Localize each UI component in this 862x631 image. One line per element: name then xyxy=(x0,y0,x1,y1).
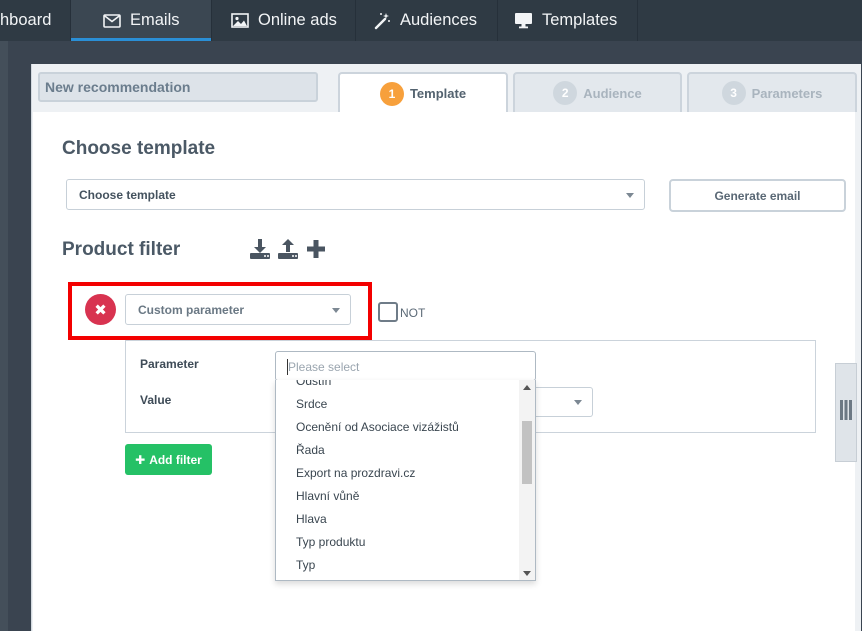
top-navigation: hboard Emails Online ads Audiences Templ… xyxy=(0,0,862,41)
nav-tab-audiences[interactable]: Audiences xyxy=(356,0,498,41)
step-label: Parameters xyxy=(751,85,823,101)
parameter-option[interactable]: Hlava xyxy=(276,508,521,531)
nav-tab-online-ads[interactable]: Online ads xyxy=(212,0,356,41)
add-filter-label: Add filter xyxy=(149,452,202,467)
step-tab-template[interactable]: 1 Template xyxy=(338,72,508,113)
parameter-option[interactable]: Typ xyxy=(276,554,521,577)
nav-tab-label: Templates xyxy=(542,11,618,29)
upload-icon[interactable] xyxy=(277,238,299,260)
generate-email-button[interactable]: Generate email xyxy=(669,179,846,212)
step-tab-parameters[interactable]: 3 Parameters xyxy=(687,72,857,112)
not-checkbox[interactable] xyxy=(378,302,398,322)
step-number-badge: 1 xyxy=(379,81,404,106)
step-label: Template xyxy=(409,86,467,101)
recommendation-name-input[interactable]: New recommendation xyxy=(38,72,318,102)
parameter-option[interactable]: Řada xyxy=(276,439,521,462)
filter-type-value: Custom parameter xyxy=(138,302,245,317)
scrollbar-thumb[interactable] xyxy=(522,421,532,484)
nav-tab-label: Audiences xyxy=(400,11,478,29)
parameter-option[interactable]: Typ produktu xyxy=(276,531,521,554)
scroll-up-arrow-icon[interactable] xyxy=(523,385,531,390)
monitor-icon xyxy=(514,12,533,29)
scroll-down-arrow-icon[interactable] xyxy=(523,571,531,576)
add-filter-button[interactable]: ✚ Add filter xyxy=(125,444,212,475)
step-label: Audience xyxy=(583,85,642,101)
image-icon xyxy=(231,13,249,28)
dropdown-scrollbar[interactable] xyxy=(519,380,535,580)
parameter-option-list: Odstín Srdce Ocenění od Asociace vizážis… xyxy=(276,380,521,577)
nav-tab-dashboard[interactable]: hboard xyxy=(0,0,71,41)
product-filter-heading: Product filter xyxy=(62,239,181,260)
template-select-value: Choose template xyxy=(79,187,176,202)
close-icon: ✖ xyxy=(94,301,107,319)
nav-tab-label: Online ads xyxy=(258,11,337,29)
parameter-label: Parameter xyxy=(140,357,199,371)
value-select[interactable] xyxy=(536,387,593,417)
value-label: Value xyxy=(140,393,172,407)
download-icon[interactable] xyxy=(249,238,271,260)
magic-wand-icon xyxy=(373,12,391,30)
chevron-down-icon xyxy=(332,307,340,313)
parameter-option[interactable]: Odstín xyxy=(276,380,521,393)
left-sidebar-edge xyxy=(0,41,8,631)
template-select[interactable]: Choose template xyxy=(66,179,645,210)
nav-tab-templates[interactable]: Templates xyxy=(498,0,638,41)
grip-icon xyxy=(839,400,853,425)
choose-template-heading: Choose template xyxy=(62,138,216,159)
side-panel-handle[interactable] xyxy=(835,363,857,462)
parameter-search-input[interactable]: Please select xyxy=(275,351,536,381)
chevron-down-icon xyxy=(574,400,582,405)
step-number-badge: 2 xyxy=(553,81,578,105)
step-number-badge: 3 xyxy=(721,81,746,105)
text-cursor xyxy=(287,359,288,375)
filter-type-select[interactable]: Custom parameter xyxy=(125,294,351,325)
plus-icon[interactable] xyxy=(305,238,327,260)
parameter-dropdown: Odstín Srdce Ocenění od Asociace vizážis… xyxy=(275,380,536,581)
not-label: NOT xyxy=(400,306,426,320)
step-tab-audience[interactable]: 2 Audience xyxy=(513,72,682,112)
parameter-option[interactable]: Export na prozdravi.cz xyxy=(276,462,521,485)
chevron-down-icon xyxy=(626,192,634,198)
parameter-option[interactable]: Ocenění od Asociace vizážistů xyxy=(276,416,521,439)
parameter-search-placeholder: Please select xyxy=(288,360,360,374)
parameter-option[interactable]: Hlavní vůně xyxy=(276,485,521,508)
nav-tab-emails[interactable]: Emails xyxy=(71,0,212,41)
plus-icon: ✚ xyxy=(135,452,146,467)
nav-tab-label: hboard xyxy=(0,11,52,29)
nav-tab-label: Emails xyxy=(130,11,180,29)
envelope-icon xyxy=(103,13,121,28)
parameter-option[interactable]: Srdce xyxy=(276,393,521,416)
remove-filter-button[interactable]: ✖ xyxy=(85,294,116,325)
